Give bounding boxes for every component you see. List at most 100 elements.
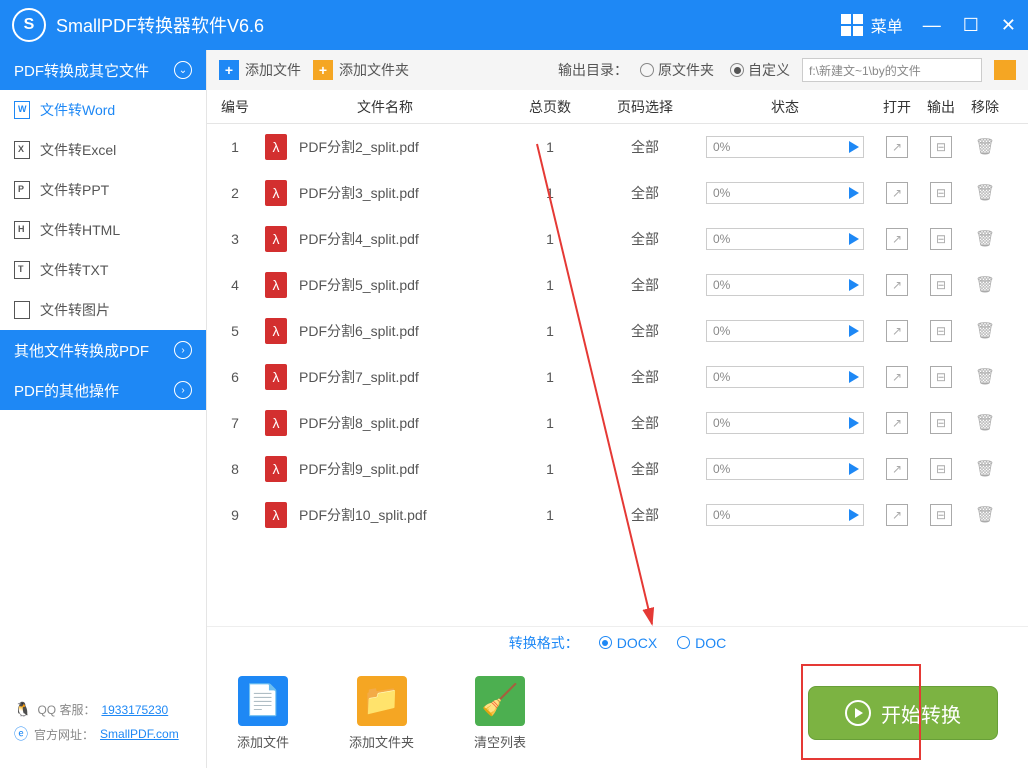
minimize-button[interactable]: — xyxy=(923,15,941,36)
add-folder-button[interactable]: + 添加文件夹 xyxy=(313,60,409,80)
play-icon xyxy=(849,187,859,199)
table-row[interactable]: 3 PDF分割4_split.pdf 1 全部 0% ↗ ⊟ 🗑 xyxy=(207,216,1028,262)
pdf-icon xyxy=(265,134,287,160)
delete-button[interactable]: 🗑 xyxy=(975,231,995,248)
radio-checked-icon xyxy=(730,63,744,77)
radio-custom-folder[interactable]: 自定义 xyxy=(730,60,790,80)
row-name-cell: PDF分割4_split.pdf xyxy=(255,226,505,252)
table-row[interactable]: 8 PDF分割9_split.pdf 1 全部 0% ↗ ⊟ 🗑 xyxy=(207,446,1028,492)
output-button[interactable]: ⊟ xyxy=(930,136,952,158)
sidebar-item[interactable]: 文件转Word xyxy=(0,90,206,130)
open-button[interactable]: ↗ xyxy=(886,458,908,480)
delete-button[interactable]: 🗑 xyxy=(975,139,995,156)
format-doc[interactable]: DOC xyxy=(677,635,726,651)
row-range[interactable]: 全部 xyxy=(595,367,695,387)
start-convert-button[interactable]: 开始转换 xyxy=(808,686,998,740)
output-path-input[interactable] xyxy=(802,58,982,82)
radio-same-folder[interactable]: 原文件夹 xyxy=(640,60,714,80)
progress-text: 0% xyxy=(713,232,730,246)
progress-bar[interactable]: 0% xyxy=(706,458,864,480)
sidebar-section-pdf-to-other[interactable]: PDF转换成其它文件 ⌄ xyxy=(0,50,206,90)
progress-bar[interactable]: 0% xyxy=(706,320,864,342)
progress-bar[interactable]: 0% xyxy=(706,504,864,526)
filename: PDF分割7_split.pdf xyxy=(299,367,419,387)
row-num: 5 xyxy=(215,323,255,339)
sidebar-item[interactable]: 文件转Excel xyxy=(0,130,206,170)
table-row[interactable]: 9 PDF分割10_split.pdf 1 全部 0% ↗ ⊟ 🗑 xyxy=(207,492,1028,538)
row-range[interactable]: 全部 xyxy=(595,459,695,479)
filename: PDF分割8_split.pdf xyxy=(299,413,419,433)
progress-bar[interactable]: 0% xyxy=(706,274,864,296)
output-button[interactable]: ⊟ xyxy=(930,458,952,480)
progress-bar[interactable]: 0% xyxy=(706,366,864,388)
file-type-icon xyxy=(14,221,30,239)
delete-button[interactable]: 🗑 xyxy=(975,369,995,386)
folder-plus-icon: + xyxy=(313,60,333,80)
output-button[interactable]: ⊟ xyxy=(930,228,952,250)
progress-bar[interactable]: 0% xyxy=(706,228,864,250)
open-button[interactable]: ↗ xyxy=(886,136,908,158)
table-row[interactable]: 7 PDF分割8_split.pdf 1 全部 0% ↗ ⊟ 🗑 xyxy=(207,400,1028,446)
row-range[interactable]: 全部 xyxy=(595,275,695,295)
row-range[interactable]: 全部 xyxy=(595,505,695,525)
output-button[interactable]: ⊟ xyxy=(930,504,952,526)
titlebar: S SmallPDF转换器软件V6.6 菜单 — ☐ ✕ xyxy=(0,0,1028,50)
sidebar-item[interactable]: 文件转TXT xyxy=(0,250,206,290)
big-add-file-button[interactable]: 📄 添加文件 xyxy=(237,676,289,751)
open-button[interactable]: ↗ xyxy=(886,504,908,526)
open-button[interactable]: ↗ xyxy=(886,274,908,296)
close-button[interactable]: ✕ xyxy=(1001,15,1016,36)
sidebar-item-label: 文件转TXT xyxy=(40,260,108,280)
play-icon xyxy=(849,463,859,475)
site-link[interactable]: SmallPDF.com xyxy=(100,727,179,741)
sidebar-section-other-to-pdf[interactable]: 其他文件转换成PDF › xyxy=(0,330,206,370)
menu-button[interactable]: 菜单 xyxy=(841,13,903,37)
open-button[interactable]: ↗ xyxy=(886,366,908,388)
progress-bar[interactable]: 0% xyxy=(706,182,864,204)
output-button[interactable]: ⊟ xyxy=(930,182,952,204)
format-label: 转换格式： xyxy=(509,633,579,653)
table-row[interactable]: 2 PDF分割3_split.pdf 1 全部 0% ↗ ⊟ 🗑 xyxy=(207,170,1028,216)
big-add-folder-button[interactable]: 📁 添加文件夹 xyxy=(349,676,414,751)
table-row[interactable]: 5 PDF分割6_split.pdf 1 全部 0% ↗ ⊟ 🗑 xyxy=(207,308,1028,354)
sidebar-section-pdf-other-ops[interactable]: PDF的其他操作 › xyxy=(0,370,206,410)
qq-link[interactable]: 1933175230 xyxy=(101,703,168,717)
clear-list-button[interactable]: 🧹 清空列表 xyxy=(474,676,526,751)
output-button[interactable]: ⊟ xyxy=(930,320,952,342)
open-button[interactable]: ↗ xyxy=(886,320,908,342)
row-range[interactable]: 全部 xyxy=(595,137,695,157)
output-button[interactable]: ⊟ xyxy=(930,274,952,296)
table-row[interactable]: 4 PDF分割5_split.pdf 1 全部 0% ↗ ⊟ 🗑 xyxy=(207,262,1028,308)
delete-button[interactable]: 🗑 xyxy=(975,277,995,294)
table-row[interactable]: 1 PDF分割2_split.pdf 1 全部 0% ↗ ⊟ 🗑 xyxy=(207,124,1028,170)
sidebar-item[interactable]: 文件转PPT xyxy=(0,170,206,210)
progress-text: 0% xyxy=(713,140,730,154)
format-docx[interactable]: DOCX xyxy=(599,635,657,651)
sidebar-item[interactable]: 文件转图片 xyxy=(0,290,206,330)
table-body: 1 PDF分割2_split.pdf 1 全部 0% ↗ ⊟ 🗑 2 PDF分割… xyxy=(207,124,1028,626)
progress-bar[interactable]: 0% xyxy=(706,412,864,434)
row-range[interactable]: 全部 xyxy=(595,321,695,341)
delete-button[interactable]: 🗑 xyxy=(975,415,995,432)
row-range[interactable]: 全部 xyxy=(595,413,695,433)
chevron-down-icon: ⌄ xyxy=(174,61,192,79)
browse-folder-button[interactable] xyxy=(994,60,1016,80)
broom-icon: 🧹 xyxy=(475,676,525,726)
output-button[interactable]: ⊟ xyxy=(930,412,952,434)
maximize-button[interactable]: ☐ xyxy=(963,15,979,36)
sidebar-item[interactable]: 文件转HTML xyxy=(0,210,206,250)
open-button[interactable]: ↗ xyxy=(886,412,908,434)
open-button[interactable]: ↗ xyxy=(886,182,908,204)
delete-button[interactable]: 🗑 xyxy=(975,461,995,478)
play-icon xyxy=(849,233,859,245)
delete-button[interactable]: 🗑 xyxy=(975,507,995,524)
open-button[interactable]: ↗ xyxy=(886,228,908,250)
progress-bar[interactable]: 0% xyxy=(706,136,864,158)
row-range[interactable]: 全部 xyxy=(595,229,695,249)
delete-button[interactable]: 🗑 xyxy=(975,185,995,202)
output-button[interactable]: ⊟ xyxy=(930,366,952,388)
row-range[interactable]: 全部 xyxy=(595,183,695,203)
add-file-button[interactable]: + 添加文件 xyxy=(219,60,301,80)
delete-button[interactable]: 🗑 xyxy=(975,323,995,340)
table-row[interactable]: 6 PDF分割7_split.pdf 1 全部 0% ↗ ⊟ 🗑 xyxy=(207,354,1028,400)
